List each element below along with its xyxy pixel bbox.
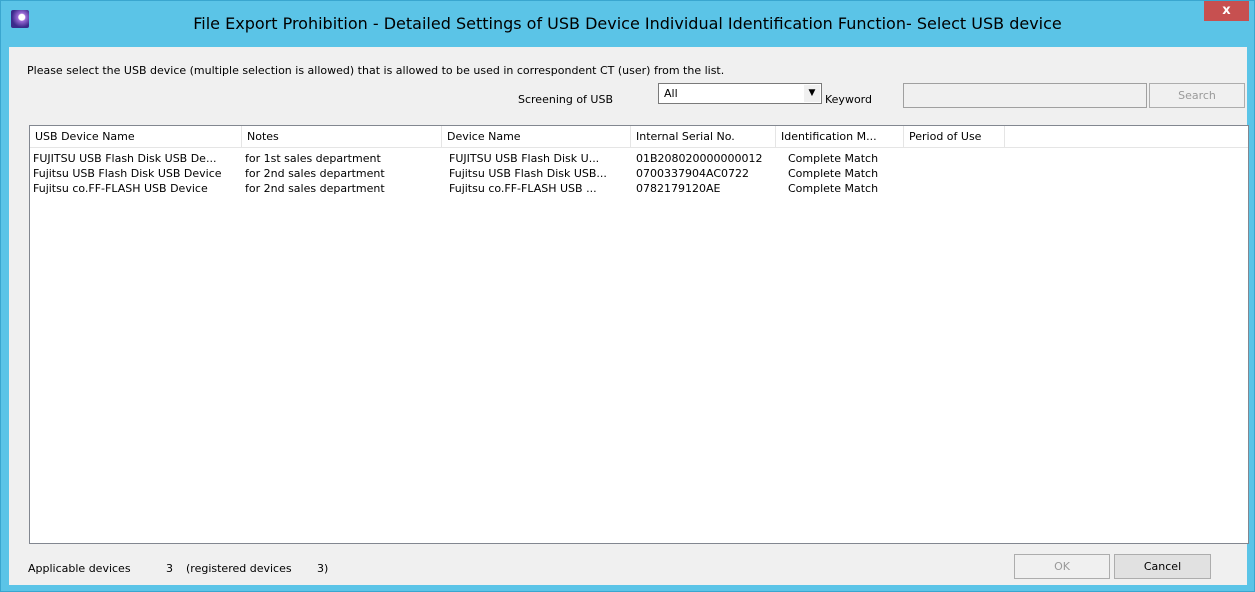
cell-identification-method: Complete Match	[788, 167, 879, 180]
cell-device-name: Fujitsu USB Flash Disk USB...	[449, 167, 607, 180]
screening-select[interactable]: All ▼	[658, 83, 822, 104]
column-header-device-name[interactable]: Device Name	[442, 126, 631, 147]
cell-period-of-use	[904, 166, 1005, 181]
column-header-usb-device-name[interactable]: USB Device Name	[30, 126, 242, 147]
screening-value: All	[664, 87, 678, 100]
registered-devices-label: (registered devices	[186, 562, 292, 575]
table-row[interactable]: Fujitsu co.FF-FLASH USB Device for 2nd s…	[30, 181, 1248, 196]
cell-usb-device-name: Fujitsu co.FF-FLASH USB Device	[33, 182, 208, 195]
close-button[interactable]: x	[1204, 1, 1249, 21]
title-bar[interactable]: File Export Prohibition - Detailed Setti…	[1, 1, 1254, 47]
cell-usb-device-name: Fujitsu USB Flash Disk USB Device	[33, 167, 222, 180]
cell-notes: for 2nd sales department	[245, 167, 385, 180]
table-row[interactable]: FUJITSU USB Flash Disk USB De... for 1st…	[30, 151, 1248, 166]
cell-device-name: FUJITSU USB Flash Disk U...	[449, 152, 600, 165]
instruction-text: Please select the USB device (multiple s…	[27, 64, 725, 77]
applicable-devices-label: Applicable devices	[28, 562, 131, 575]
registered-devices-count: 3)	[317, 562, 329, 575]
cell-identification-method: Complete Match	[788, 152, 879, 165]
screening-label: Screening of USB	[518, 93, 614, 106]
column-header-period-of-use[interactable]: Period of Use	[904, 126, 1005, 147]
keyword-input[interactable]	[903, 83, 1147, 108]
column-header-internal-serial[interactable]: Internal Serial No.	[631, 126, 776, 147]
column-header-identification-method[interactable]: Identification M...	[776, 126, 904, 147]
dropdown-arrow-icon[interactable]: ▼	[804, 85, 820, 102]
dialog-body: Please select the USB device (multiple s…	[9, 47, 1249, 585]
table-row[interactable]: Fujitsu USB Flash Disk USB Device for 2n…	[30, 166, 1248, 181]
cell-notes: for 2nd sales department	[245, 182, 385, 195]
cell-internal-serial: 0782179120AE	[636, 182, 721, 195]
cell-device-name: Fujitsu co.FF-FLASH USB ...	[449, 182, 597, 195]
cell-period-of-use	[904, 181, 1005, 196]
cell-internal-serial: 0700337904AC0722	[636, 167, 749, 180]
cell-period-of-use	[904, 151, 1005, 166]
window-title: File Export Prohibition - Detailed Setti…	[193, 14, 1062, 33]
cell-notes: for 1st sales department	[245, 152, 381, 165]
list-header: USB Device Name Notes Device Name Intern…	[30, 126, 1248, 148]
cancel-button[interactable]: Cancel	[1114, 554, 1211, 579]
cell-identification-method: Complete Match	[788, 182, 879, 195]
search-button[interactable]: Search	[1149, 83, 1245, 108]
cell-usb-device-name: FUJITSU USB Flash Disk USB De...	[33, 152, 217, 165]
keyword-label: Keyword	[825, 93, 872, 106]
ok-button[interactable]: OK	[1014, 554, 1110, 579]
dialog-window: File Export Prohibition - Detailed Setti…	[0, 0, 1255, 592]
usb-device-list[interactable]: USB Device Name Notes Device Name Intern…	[29, 125, 1249, 544]
cell-internal-serial: 01B208020000000012	[636, 152, 763, 165]
applicable-devices-count: 3	[166, 562, 173, 575]
column-header-notes[interactable]: Notes	[242, 126, 442, 147]
